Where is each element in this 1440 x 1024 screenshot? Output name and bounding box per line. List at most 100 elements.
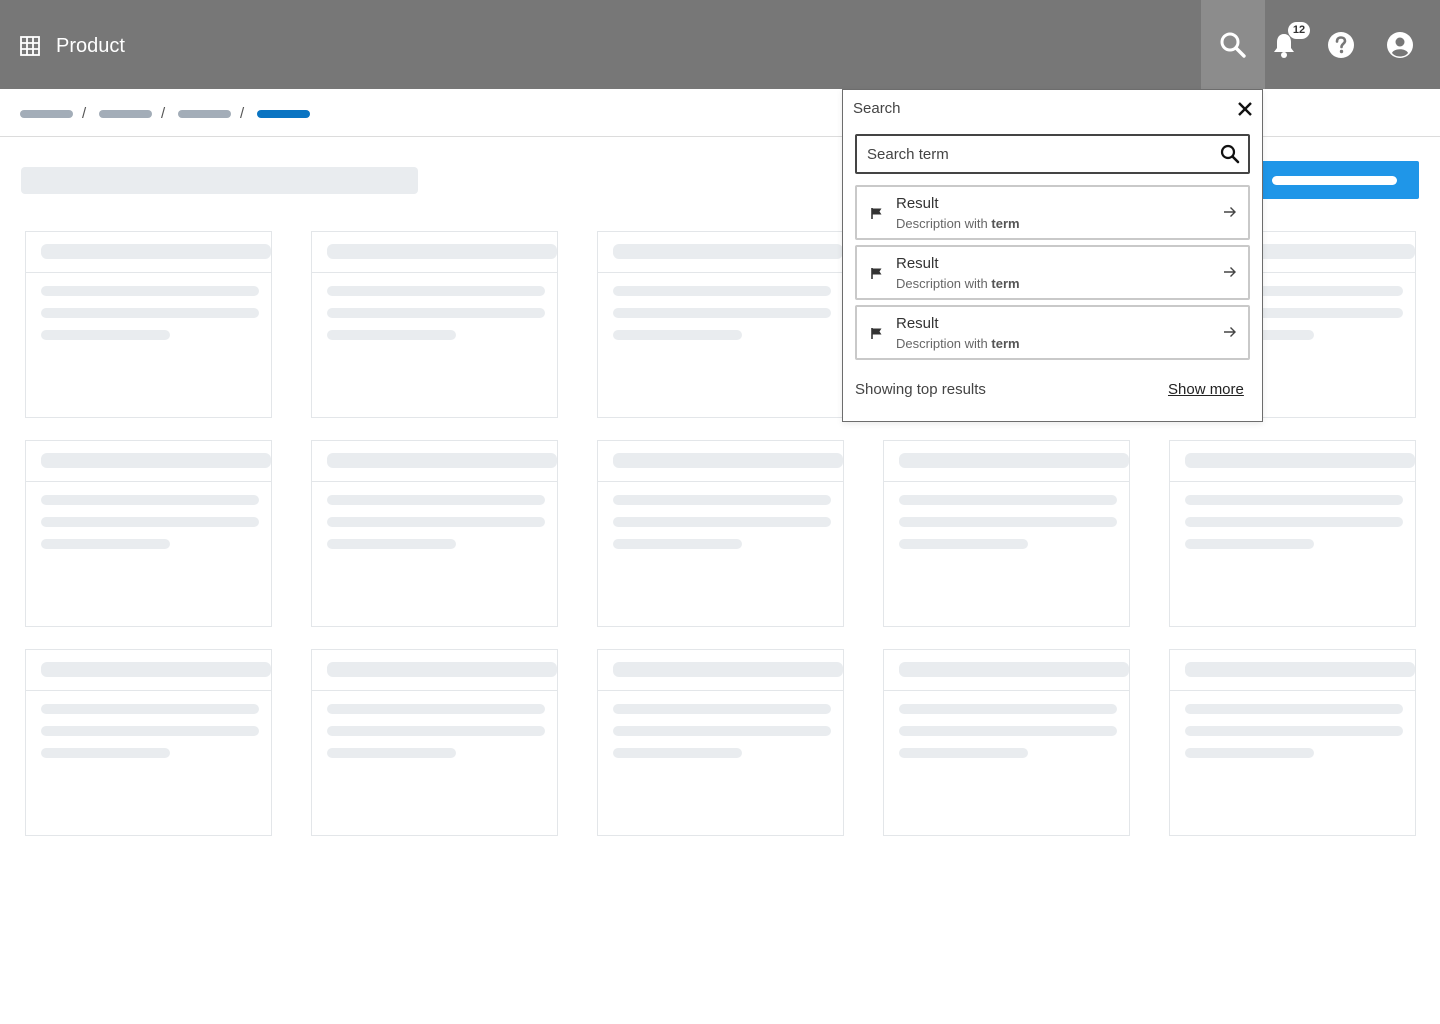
search-panel-title: Search [853,100,901,117]
card-title-placeholder [1185,453,1415,468]
card-text-placeholder [41,517,259,527]
card-divider [884,481,1129,482]
breadcrumb-item-current [257,110,310,118]
card-divider [312,690,557,691]
card-text-placeholder [1185,495,1403,505]
help-icon[interactable] [1327,31,1355,59]
card-divider [884,690,1129,691]
breadcrumb-item[interactable] [99,110,152,118]
result-description: Description with term [896,336,1020,351]
content-card[interactable] [597,231,844,418]
breadcrumb-item[interactable] [20,110,73,118]
search-input[interactable] [857,136,1207,172]
card-text-placeholder [41,286,259,296]
breadcrumb-separator: / [82,105,87,122]
product-name[interactable]: Product [56,34,125,58]
content-card[interactable] [883,440,1130,627]
content-card[interactable] [311,649,558,836]
search-icon [1220,32,1246,58]
card-text-placeholder [1185,748,1314,758]
card-divider [26,272,271,273]
arrow-right-icon [1224,327,1236,337]
card-title-placeholder [327,244,557,259]
card-divider [312,481,557,482]
card-text-placeholder [613,704,831,714]
content-card[interactable] [25,649,272,836]
card-divider [1170,481,1415,482]
content-card[interactable] [311,231,558,418]
card-text-placeholder [613,308,831,318]
card-title-placeholder [41,244,271,259]
card-text-placeholder [41,704,259,714]
flag-icon [871,328,882,339]
card-text-placeholder [899,495,1117,505]
card-text-placeholder [613,726,831,736]
breadcrumb-separator: / [161,105,166,122]
card-text-placeholder [327,539,456,549]
arrow-right-icon [1224,207,1236,217]
search-result[interactable]: Result Description with term [855,305,1250,360]
breadcrumb-item[interactable] [178,110,231,118]
search-field [855,134,1250,174]
card-title-placeholder [613,453,843,468]
card-text-placeholder [327,748,456,758]
card-text-placeholder [327,726,545,736]
results-summary: Showing top results [855,381,986,398]
page-title-placeholder [21,167,418,194]
user-icon[interactable] [1386,31,1414,59]
content-card[interactable] [883,649,1130,836]
card-text-placeholder [613,330,742,340]
card-text-placeholder [1185,539,1314,549]
search-icon[interactable] [1219,143,1241,165]
close-icon[interactable] [1236,100,1254,118]
flag-icon [871,208,882,219]
result-highlight: term [991,336,1020,351]
card-title-placeholder [613,244,843,259]
primary-action-button[interactable] [1252,161,1419,199]
card-text-placeholder [41,308,259,318]
card-text-placeholder [899,748,1028,758]
result-description: Description with term [896,276,1020,291]
result-highlight: term [991,216,1020,231]
content-card[interactable] [25,231,272,418]
card-title-placeholder [327,662,557,677]
show-more-link[interactable]: Show more [1168,381,1244,399]
card-title-placeholder [41,662,271,677]
search-popover: Search Result Description with term Resu… [842,89,1263,422]
result-title: Result [896,315,939,332]
card-text-placeholder [899,704,1117,714]
card-text-placeholder [613,517,831,527]
card-text-placeholder [41,330,170,340]
content-card[interactable] [1169,440,1416,627]
notification-badge: 12 [1288,22,1310,39]
card-divider [598,690,843,691]
card-text-placeholder [899,726,1117,736]
card-text-placeholder [41,726,259,736]
card-divider [312,272,557,273]
card-title-placeholder [327,453,557,468]
content-card[interactable] [1169,649,1416,836]
card-text-placeholder [613,539,742,549]
card-divider [1170,690,1415,691]
card-divider [598,481,843,482]
content-card[interactable] [597,440,844,627]
grid-icon[interactable] [20,36,40,56]
breadcrumb-separator: / [240,105,245,122]
search-button[interactable] [1201,0,1265,89]
card-text-placeholder [327,517,545,527]
result-title: Result [896,255,939,272]
card-text-placeholder [327,308,545,318]
content-card[interactable] [311,440,558,627]
card-text-placeholder [1185,704,1403,714]
card-text-placeholder [1185,726,1403,736]
card-title-placeholder [613,662,843,677]
search-result[interactable]: Result Description with term [855,245,1250,300]
card-title-placeholder [899,453,1129,468]
content-card[interactable] [597,649,844,836]
card-text-placeholder [327,704,545,714]
card-divider [598,272,843,273]
search-result[interactable]: Result Description with term [855,185,1250,240]
card-text-placeholder [41,748,170,758]
card-title-placeholder [41,453,271,468]
content-card[interactable] [25,440,272,627]
